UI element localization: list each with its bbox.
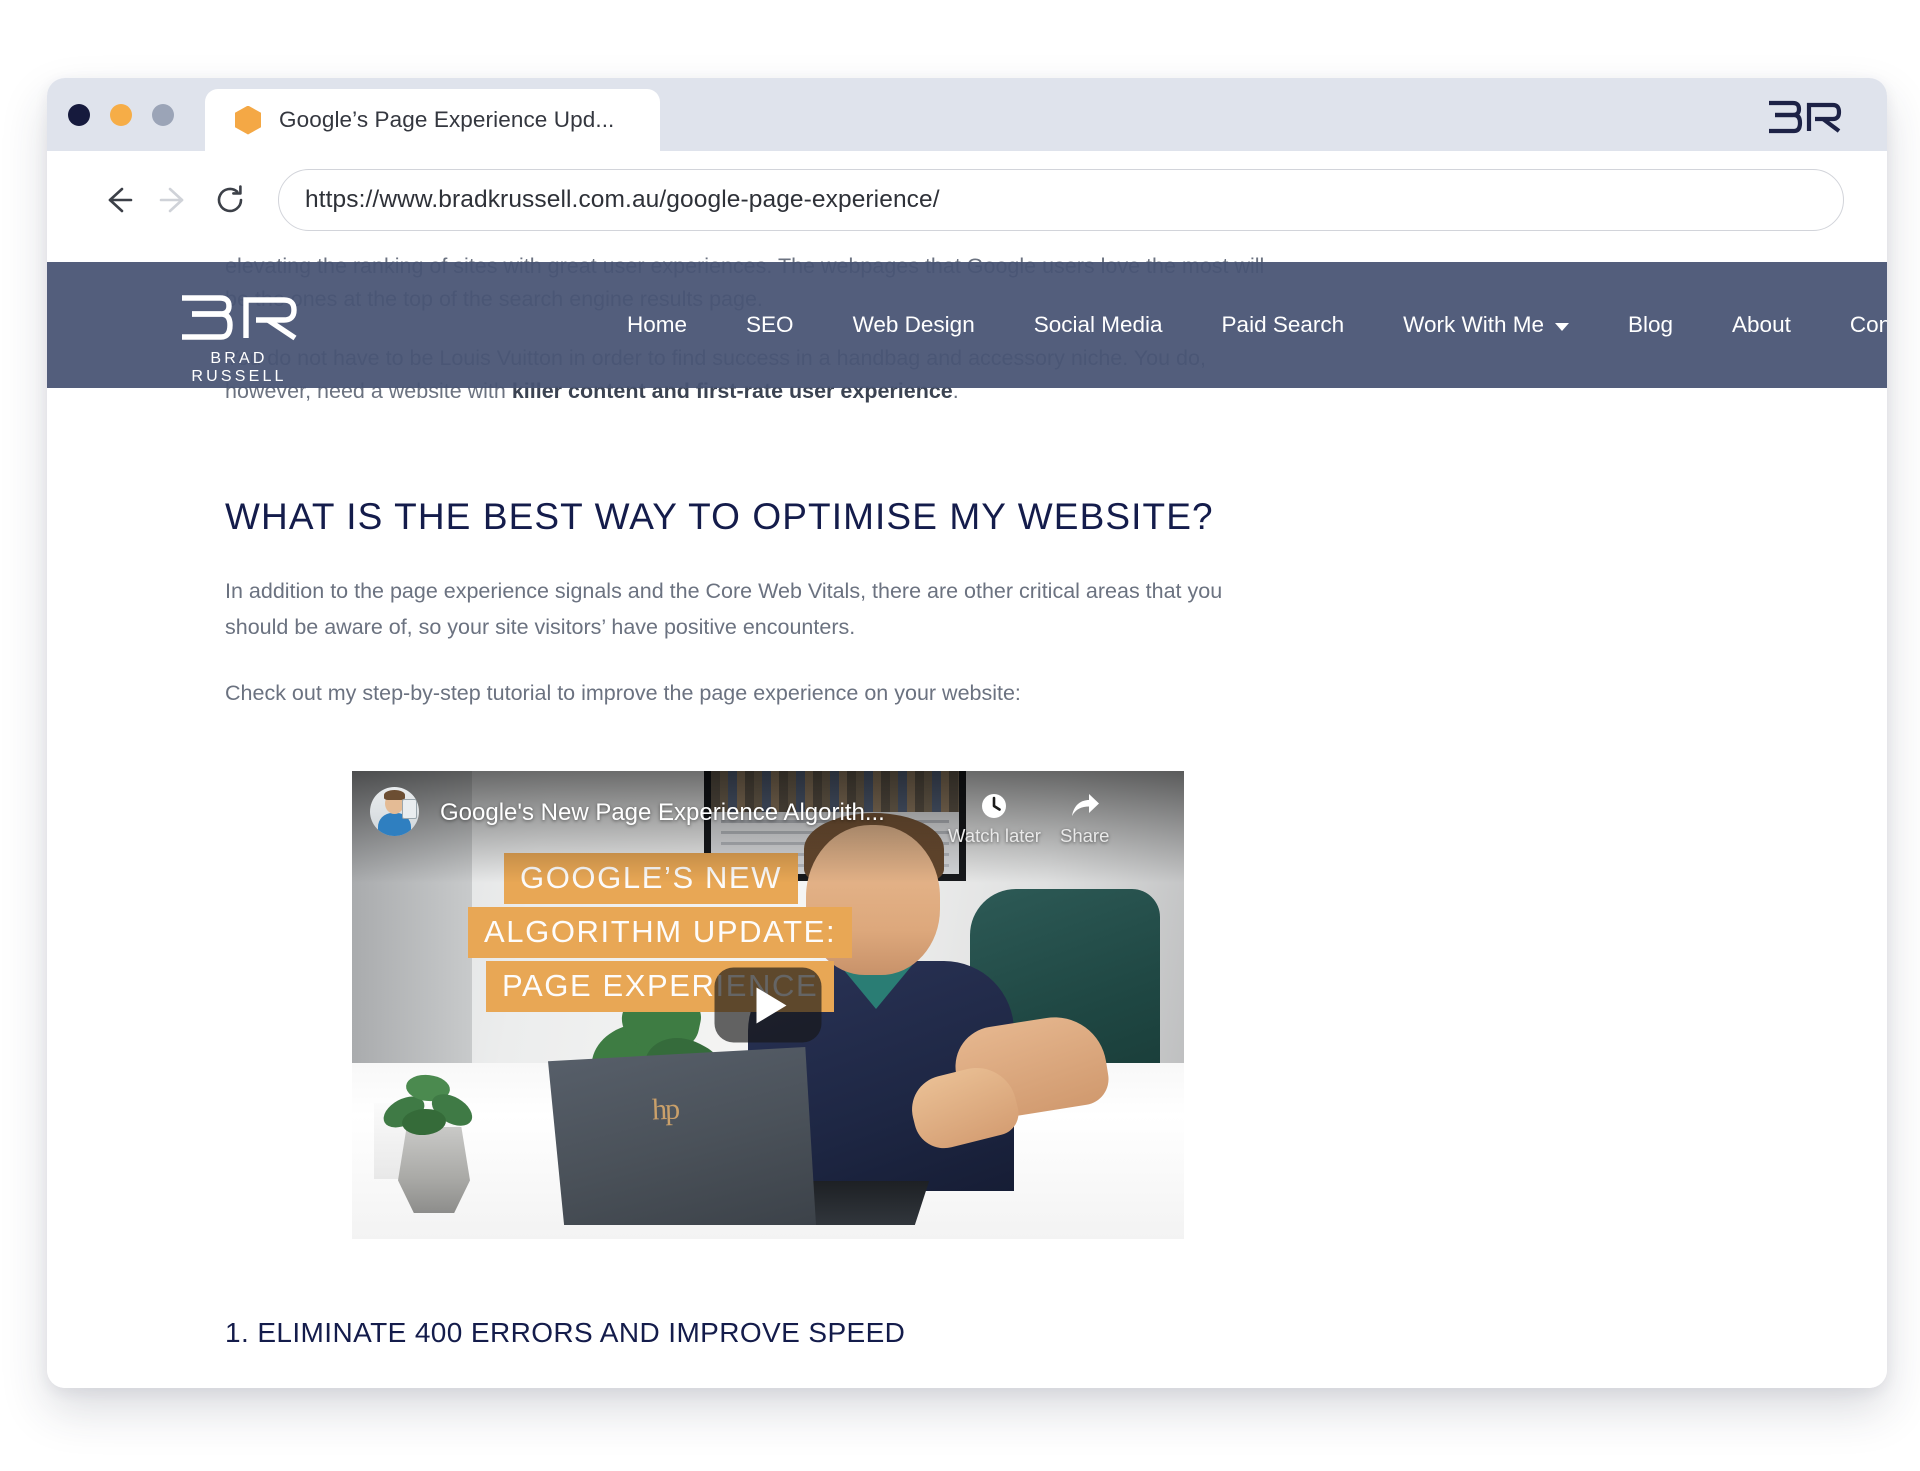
nav-item-work-with-me[interactable]: Work With Me (1403, 304, 1569, 346)
article-paragraph-2: Check out my step-by-step tutorial to im… (225, 681, 1021, 705)
back-arrow-icon[interactable] (90, 172, 146, 228)
laptop-brand-logo: hp (651, 1092, 679, 1127)
page-viewport: elevating the ranking of sites with grea… (47, 248, 1887, 1388)
play-triangle (756, 987, 787, 1023)
reload-icon[interactable] (202, 172, 258, 228)
laptop-lid (548, 1047, 816, 1225)
video-title[interactable]: Google's New Page Experience Algorith... (440, 799, 885, 827)
maximize-window-button[interactable] (152, 104, 174, 126)
site-logo-wordmark: BRAD RUSSELL (191, 350, 287, 385)
nav-label: Web Design (852, 312, 975, 337)
article-content: WHAT IS THE BEST WAY TO OPTIMISE MY WEBS… (47, 428, 1887, 1388)
close-window-button[interactable] (68, 104, 90, 126)
nav-label: SEO (746, 312, 794, 337)
video-caption-2: ALGORITHM UPDATE: (468, 907, 853, 958)
browser-toolbar: https://www.bradkrussell.com.au/google-p… (47, 151, 1887, 248)
hexagon-icon (235, 105, 261, 135)
browser-tab[interactable]: Google’s Page Experience Upd... (205, 89, 660, 151)
window-controls (68, 104, 174, 126)
nav-label: Blog (1627, 312, 1674, 337)
youtube-video-embed[interactable]: hp GOOGLE’S NEW ALGORITHM UPDATE: PAGE E… (352, 771, 1184, 1239)
site-navigation-bar: BRAD RUSSELL Home SEO Web Design Social … (47, 262, 1887, 388)
br-monogram-icon (1765, 98, 1843, 140)
clock-icon (982, 794, 1007, 818)
article-paragraph-1: In addition to the page experience signa… (225, 579, 1223, 639)
share-button[interactable]: Share (1060, 791, 1109, 847)
forward-arrow-icon (146, 172, 202, 228)
nav-item-about[interactable]: About (1732, 304, 1791, 346)
chevron-down-icon (1554, 323, 1569, 331)
nav-label: Paid Search (1221, 312, 1345, 337)
avatar-tablet-icon (402, 799, 417, 819)
share-label: Share (1060, 825, 1110, 846)
browser-window: Google’s Page Experience Upd... https://… (47, 78, 1887, 1388)
play-icon[interactable] (714, 967, 822, 1043)
page-title: WHAT IS THE BEST WAY TO OPTIMISE MY WEBS… (225, 496, 1214, 537)
nav-label: Work With Me (1403, 312, 1544, 337)
url-text[interactable]: https://www.bradkrussell.com.au/google-p… (305, 186, 940, 214)
nav-item-contact[interactable]: Contact (1850, 304, 1887, 346)
section-subheading: 1. ELIMINATE 400 ERRORS AND IMPROVE SPEE… (225, 1317, 906, 1348)
share-arrow-icon (1071, 794, 1099, 816)
nav-item-social-media[interactable]: Social Media (1034, 304, 1163, 346)
watch-later-button[interactable]: Watch later (948, 791, 1041, 847)
article-paragraph-3: In the virtual marketplace, lack of spee… (225, 1381, 1280, 1388)
main-menu: Home SEO Web Design Social Media Paid Se… (627, 304, 1887, 346)
tab-title: Google’s Page Experience Upd... (279, 107, 615, 132)
minimize-window-button[interactable] (110, 104, 132, 126)
nav-item-paid-search[interactable]: Paid Search (1222, 304, 1345, 346)
nav-label: Home (627, 312, 688, 337)
succulent-leaves (376, 1065, 496, 1143)
site-logo[interactable]: BRAD RUSSELL (159, 292, 319, 386)
nav-item-blog[interactable]: Blog (1628, 304, 1673, 346)
nav-item-home[interactable]: Home (627, 304, 687, 346)
nav-label: About (1732, 312, 1791, 337)
nav-label: Contact (1849, 312, 1887, 337)
address-bar[interactable]: https://www.bradkrussell.com.au/google-p… (278, 168, 1844, 231)
nav-item-seo[interactable]: SEO (746, 304, 794, 346)
br-logo-icon (182, 295, 297, 341)
watch-later-label: Watch later (948, 825, 1041, 846)
nav-label: Social Media (1033, 312, 1163, 337)
nav-item-web-design[interactable]: Web Design (853, 304, 975, 346)
channel-avatar[interactable] (370, 787, 419, 836)
browser-tab-strip: Google’s Page Experience Upd... (47, 78, 1887, 151)
